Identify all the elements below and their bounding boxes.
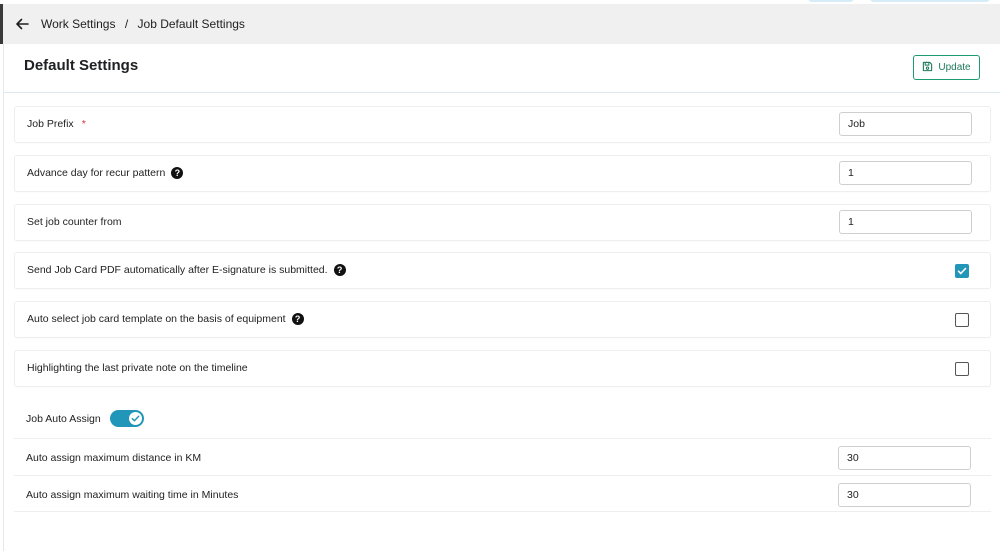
- job-counter-label: Set job counter from: [27, 216, 122, 228]
- job-prefix-label: Job Prefix: [27, 118, 74, 130]
- top-pill: [870, 0, 990, 2]
- update-button-label: Update: [938, 62, 971, 73]
- highlight-note-label: Highlighting the last private note on th…: [27, 362, 248, 374]
- top-pill: [808, 0, 854, 2]
- job-counter-input[interactable]: 1: [839, 210, 972, 234]
- send-pdf-label-group: Send Job Card PDF automatically after E-…: [27, 264, 346, 276]
- back-arrow-icon[interactable]: [15, 16, 31, 32]
- breadcrumb-separator: /: [124, 17, 129, 31]
- toggle-knob: [129, 412, 142, 425]
- card-header: Default Settings Update: [4, 44, 1000, 93]
- update-button[interactable]: Update: [913, 55, 980, 80]
- job-auto-assign-label: Job Auto Assign: [26, 413, 101, 425]
- advance-day-input[interactable]: 1: [839, 161, 972, 185]
- highlight-note-row: Highlighting the last private note on th…: [14, 350, 991, 387]
- send-pdf-checkbox[interactable]: [955, 264, 969, 278]
- page-title: Default Settings: [24, 57, 139, 74]
- job-counter-label-group: Set job counter from: [27, 216, 122, 228]
- auto-template-checkbox[interactable]: [955, 313, 969, 327]
- highlight-note-checkbox[interactable]: [955, 362, 969, 376]
- job-auto-assign-toggle[interactable]: [110, 410, 144, 427]
- advance-day-label: Advance day for recur pattern: [27, 167, 166, 179]
- breadcrumb-bar: Work Settings / Job Default Settings: [0, 4, 1000, 44]
- breadcrumb-current: Job Default Settings: [137, 17, 245, 31]
- job-prefix-input[interactable]: Job: [839, 112, 972, 136]
- max-distance-label: Auto assign maximum distance in KM: [26, 452, 202, 464]
- job-counter-row: Set job counter from 1: [14, 204, 991, 241]
- job-prefix-row: Job Prefix * Job: [14, 106, 991, 143]
- send-pdf-row: Send Job Card PDF automatically after E-…: [14, 252, 991, 289]
- max-wait-label: Auto assign maximum waiting time in Minu…: [26, 489, 239, 501]
- required-asterisk: *: [81, 118, 86, 130]
- breadcrumb-work-settings[interactable]: Work Settings: [41, 17, 115, 31]
- auto-template-label-group: Auto select job card template on the bas…: [27, 313, 304, 325]
- check-icon: [131, 415, 140, 422]
- auto-template-row: Auto select job card template on the bas…: [14, 301, 991, 338]
- max-wait-row: Auto assign maximum waiting time in Minu…: [14, 475, 991, 512]
- check-icon: [957, 267, 967, 275]
- help-icon[interactable]: ?: [291, 313, 304, 325]
- advance-day-label-group: Advance day for recur pattern ?: [27, 167, 184, 179]
- help-icon[interactable]: ?: [333, 264, 346, 276]
- max-wait-input[interactable]: 30: [838, 483, 971, 507]
- auto-template-label: Auto select job card template on the bas…: [27, 313, 286, 325]
- max-distance-row: Auto assign maximum distance in KM 30: [14, 438, 991, 475]
- save-icon: [922, 61, 933, 75]
- help-icon[interactable]: ?: [171, 167, 184, 179]
- max-distance-input[interactable]: 30: [838, 446, 971, 470]
- advance-day-row: Advance day for recur pattern ? 1: [14, 155, 991, 192]
- send-pdf-label: Send Job Card PDF automatically after E-…: [27, 264, 328, 276]
- highlight-note-label-group: Highlighting the last private note on th…: [27, 362, 248, 374]
- breadcrumb: Work Settings / Job Default Settings: [41, 17, 245, 31]
- settings-card: Default Settings Update Job Prefix * Job…: [3, 44, 1000, 551]
- job-prefix-label-group: Job Prefix *: [27, 118, 86, 130]
